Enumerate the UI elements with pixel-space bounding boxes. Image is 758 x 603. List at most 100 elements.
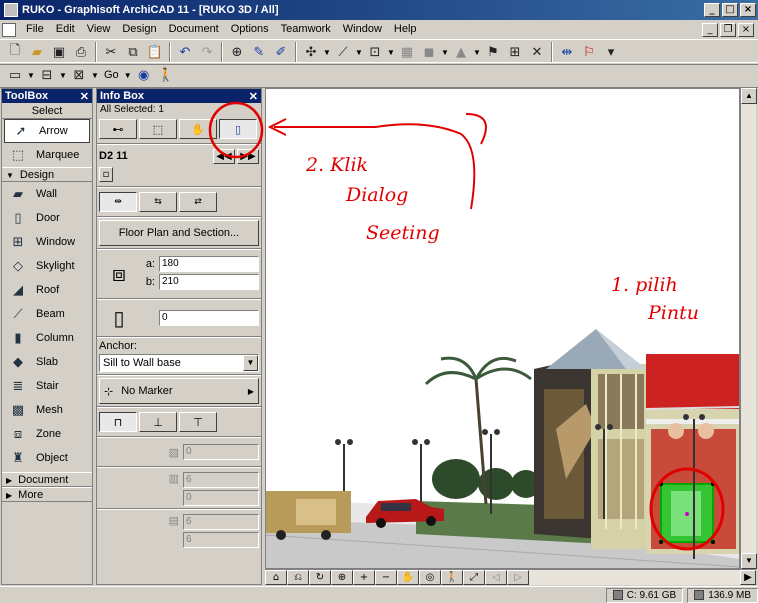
- undo-icon[interactable]: ↶: [174, 41, 196, 63]
- maximize-button[interactable]: □: [722, 3, 738, 17]
- pan-icon[interactable]: ✋: [397, 570, 419, 585]
- pick-up-icon[interactable]: ✎: [248, 41, 270, 63]
- height-field[interactable]: 210: [159, 274, 259, 290]
- scroll-up-icon[interactable]: ▲: [741, 88, 757, 104]
- tool-window[interactable]: ⊞ Window: [2, 230, 92, 254]
- open-folder-icon[interactable]: ▰: [26, 41, 48, 63]
- minimize-button[interactable]: _: [704, 3, 720, 17]
- reveal-option-3[interactable]: ⊤: [179, 412, 217, 432]
- menu-view[interactable]: View: [81, 21, 117, 38]
- menu-teamwork[interactable]: Teamwork: [275, 21, 337, 38]
- find-select-icon[interactable]: ⊕: [226, 41, 248, 63]
- anchor-select[interactable]: Sill to Wall base ▼: [99, 354, 259, 372]
- width-field[interactable]: 180: [159, 256, 259, 272]
- view-home-icon[interactable]: ⌂: [265, 570, 287, 585]
- 3d-viewport[interactable]: 2. Klik Dialog Seeting 1. pilih Pintu: [265, 88, 740, 569]
- tool-stair[interactable]: ≣ Stair: [2, 374, 92, 398]
- vertical-scrollbar[interactable]: ▲ ▼: [740, 88, 757, 569]
- design-section-header[interactable]: ▼ Design: [2, 167, 92, 182]
- floor-plan-section-button[interactable]: Floor Plan and Section...: [99, 220, 259, 246]
- tool-zone[interactable]: ⧈ Zone: [2, 422, 92, 446]
- inject-icon[interactable]: ✐: [270, 41, 292, 63]
- dropdown-icon[interactable]: ▾: [600, 41, 622, 63]
- dimension-icon[interactable]: ⊞: [504, 41, 526, 63]
- zoom-next-icon[interactable]: ▷: [507, 570, 529, 585]
- tool-door[interactable]: ▯ Door: [2, 206, 92, 230]
- tool-beam[interactable]: ⟋ Beam: [2, 302, 92, 326]
- toolbox-close-icon[interactable]: ✕: [80, 90, 89, 103]
- menu-window[interactable]: Window: [337, 21, 388, 38]
- walk-navigation-icon[interactable]: 🚶: [441, 570, 463, 585]
- reveal-option-2[interactable]: ⊥: [139, 412, 177, 432]
- doc-close-button[interactable]: ×: [738, 22, 754, 37]
- cut-icon[interactable]: ✂: [100, 41, 122, 63]
- sill-height-field[interactable]: 0: [159, 310, 259, 326]
- zoom-previous-icon[interactable]: ◁: [485, 570, 507, 585]
- floor-plan-icon[interactable]: ▭: [4, 64, 26, 86]
- walk-icon[interactable]: 🚶: [155, 64, 177, 86]
- save-icon[interactable]: ▣: [48, 41, 70, 63]
- document-icon[interactable]: [2, 22, 16, 37]
- elevation-icon[interactable]: ⊡: [364, 41, 386, 63]
- menu-options[interactable]: Options: [225, 21, 275, 38]
- tool-slab[interactable]: ◆ Slab: [2, 350, 92, 374]
- menu-design[interactable]: Design: [116, 21, 162, 38]
- suspend-groups-icon[interactable]: ⚑: [482, 41, 504, 63]
- new-file-icon[interactable]: 🗋: [4, 41, 26, 63]
- tool-mesh[interactable]: ▩ Mesh: [2, 398, 92, 422]
- skylight-icon: ◇: [13, 258, 23, 274]
- tool-column[interactable]: ▮ Column: [2, 326, 92, 350]
- scroll-right-icon[interactable]: ▶: [740, 570, 756, 585]
- paste-icon[interactable]: 📋: [144, 41, 166, 63]
- redo-icon[interactable]: ↷: [196, 41, 218, 63]
- flag-icon[interactable]: ⚐: [578, 41, 600, 63]
- tool-arrow[interactable]: ➚ Arrow: [4, 119, 90, 143]
- door-frame-tab[interactable]: ⬚: [139, 119, 177, 139]
- fit-in-window-icon[interactable]: ⤢: [463, 570, 485, 585]
- copy-icon[interactable]: ⧉: [122, 41, 144, 63]
- menu-edit[interactable]: Edit: [50, 21, 81, 38]
- tool-marquee[interactable]: ⬚ Marquee: [2, 143, 92, 167]
- zoom-out-icon[interactable]: −: [375, 570, 397, 585]
- print-icon[interactable]: ⎙: [70, 41, 92, 63]
- layer-stack-icon[interactable]: ◼: [418, 41, 440, 63]
- orientation-option-1[interactable]: ⇹: [99, 192, 137, 212]
- orientation-option-3[interactable]: ⇄: [179, 192, 217, 212]
- small-square-icon[interactable]: ▫: [99, 167, 113, 182]
- more-section-header[interactable]: ▶ More: [2, 487, 92, 502]
- tool-object[interactable]: ♜ Object: [2, 446, 92, 470]
- tool-skylight[interactable]: ◇ Skylight: [2, 254, 92, 278]
- door-geometry-tab[interactable]: ⊷: [99, 119, 137, 139]
- reveal-option-1[interactable]: ⊓: [99, 412, 137, 432]
- horizontal-scrollbar[interactable]: [529, 570, 740, 585]
- delete-icon[interactable]: ✕: [526, 41, 548, 63]
- hotlink-icon[interactable]: ⇹: [556, 41, 578, 63]
- bring-front-icon[interactable]: ▲: [450, 41, 472, 63]
- doc-restore-button[interactable]: ❐: [720, 22, 736, 37]
- tool-roof[interactable]: ◢ Roof: [2, 278, 92, 302]
- scroll-down-icon[interactable]: ▼: [741, 553, 757, 569]
- go-menu[interactable]: Go: [100, 69, 123, 81]
- grid-icon[interactable]: ▦: [396, 41, 418, 63]
- view-redraw-icon[interactable]: ↻: [309, 570, 331, 585]
- marker-label: No Marker: [121, 385, 173, 397]
- trim-icon[interactable]: ⟋: [332, 41, 354, 63]
- camera-icon[interactable]: ◉: [133, 64, 155, 86]
- menu-document[interactable]: Document: [163, 21, 225, 38]
- menu-help[interactable]: Help: [388, 21, 423, 38]
- magic-wand-icon[interactable]: ✣: [300, 41, 322, 63]
- orbit-icon[interactable]: ◎: [419, 570, 441, 585]
- layer-settings-icon[interactable]: ⊟: [36, 64, 58, 86]
- view-previous-icon[interactable]: ⎌: [287, 570, 309, 585]
- zoom-in-icon[interactable]: +: [353, 570, 375, 585]
- orientation-option-2[interactable]: ⇆: [139, 192, 177, 212]
- view-settings-icon[interactable]: ⊠: [68, 64, 90, 86]
- zoom-window-icon[interactable]: ⊕: [331, 570, 353, 585]
- marker-button[interactable]: ⊹ No Marker ▶: [99, 378, 259, 404]
- doc-minimize-button[interactable]: _: [702, 22, 718, 37]
- document-section-header[interactable]: ▶ Document: [2, 472, 92, 487]
- close-button[interactable]: ×: [740, 3, 756, 17]
- tool-marquee-label: Marquee: [36, 149, 80, 161]
- menu-file[interactable]: File: [20, 21, 50, 38]
- tool-wall[interactable]: ▰ Wall: [2, 182, 92, 206]
